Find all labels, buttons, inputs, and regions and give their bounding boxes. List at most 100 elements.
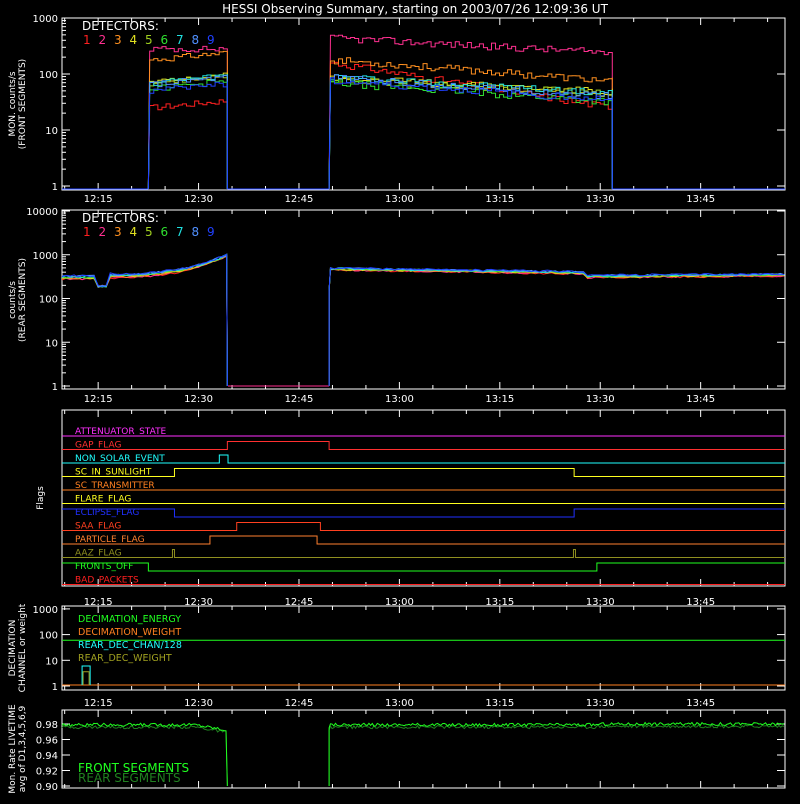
rear-detector-number: 4 bbox=[130, 225, 138, 239]
rear-detector-curve bbox=[328, 267, 785, 386]
decimation-x-tick-label: 13:00 bbox=[385, 698, 414, 709]
front-y-tick-label: 1000 bbox=[33, 14, 58, 25]
rear-detector-curve bbox=[328, 268, 785, 386]
decimation-legend-entry: REAR_DEC_CHAN/128 bbox=[78, 640, 182, 651]
front-y-tick-label: 10 bbox=[45, 126, 58, 137]
decimation-y-tick-label: 100 bbox=[39, 631, 58, 642]
rear-detector-curve bbox=[328, 268, 785, 386]
decimation-legend-entry: REAR_DEC_WEIGHT bbox=[78, 653, 172, 664]
front-detector-number: 8 bbox=[192, 33, 200, 47]
rear-x-tick-label: 13:15 bbox=[485, 394, 514, 405]
decimation-legend-entry: DECIMATION_ENERGY bbox=[78, 614, 181, 625]
livetime-y-tick-label: 0.92 bbox=[36, 767, 58, 778]
front-detector-curve bbox=[147, 74, 228, 190]
front-detectors-label: DETECTORS: bbox=[82, 19, 159, 33]
decimation-x-tick-label: 13:30 bbox=[586, 698, 615, 709]
rear-x-tick-label: 13:00 bbox=[385, 394, 414, 405]
flag-trace bbox=[62, 562, 785, 572]
front-x-tick-label: 13:15 bbox=[485, 194, 514, 205]
front-y-tick-label: 1 bbox=[52, 182, 58, 193]
front-detector-number: 1 bbox=[83, 33, 91, 47]
front-detector-number: 5 bbox=[145, 33, 153, 47]
decimation-x-tick-label: 13:15 bbox=[485, 698, 514, 709]
front-x-tick-label: 13:30 bbox=[586, 194, 615, 205]
rear-detector-curve bbox=[328, 268, 785, 386]
rear-detector-number: 5 bbox=[145, 225, 153, 239]
decimation-ylabel-2: CHANNEL or weight bbox=[18, 603, 28, 692]
front-detector-number: 6 bbox=[161, 33, 169, 47]
livetime-y-tick-label: 0.98 bbox=[36, 720, 58, 731]
plot-canvas: HESSI Observing Summary, starting on 200… bbox=[8, 2, 786, 794]
livetime-ylabel-1: Mon. Rate LIVETIME bbox=[8, 704, 18, 794]
front-detector-curve bbox=[147, 74, 228, 190]
decimation-x-tick-label: 13:45 bbox=[686, 698, 715, 709]
flag-trace bbox=[62, 441, 785, 450]
front-detector-curve bbox=[147, 75, 228, 190]
rear-detector-number: 7 bbox=[176, 225, 184, 239]
flag-trace bbox=[62, 535, 785, 545]
front-detector-curve bbox=[147, 50, 228, 190]
decimation-y-tick-label: 1 bbox=[52, 682, 58, 693]
rear-detector-curve bbox=[328, 267, 785, 386]
front-x-tick-label: 13:00 bbox=[385, 194, 414, 205]
flags-ylabel: Flags bbox=[36, 486, 46, 510]
front-detector-curve bbox=[147, 45, 228, 190]
hessi-summary-plot: HESSI Observing Summary, starting on 200… bbox=[0, 0, 800, 800]
rear-ylabel-2: (REAR SEGMENTS) bbox=[18, 258, 28, 342]
front-detector-curve bbox=[328, 61, 613, 190]
front-y-tick-label: 100 bbox=[39, 70, 58, 81]
rear-ylabel-1: counts/s bbox=[8, 281, 18, 319]
front-x-tick-label: 13:45 bbox=[686, 194, 715, 205]
rear-panel-frame bbox=[61, 209, 786, 390]
rear-detectors-label: DETECTORS: bbox=[82, 211, 159, 225]
rear-dec-weight-pulse bbox=[82, 671, 90, 685]
front-x-tick-label: 12:30 bbox=[184, 194, 213, 205]
front-detector-number: 4 bbox=[130, 33, 138, 47]
rear-x-tick-label: 12:30 bbox=[184, 394, 213, 405]
front-detector-curve bbox=[328, 57, 613, 190]
flag-trace bbox=[62, 454, 785, 464]
rear-x-tick-label: 12:45 bbox=[285, 394, 314, 405]
front-detector-curve bbox=[328, 34, 613, 190]
rear-detector-number: 3 bbox=[114, 225, 122, 239]
livetime-legend-entry: REAR SEGMENTS bbox=[78, 771, 181, 785]
front-ylabel-1: MON. counts/s bbox=[8, 71, 18, 136]
rear-y-tick-label: 10000 bbox=[26, 207, 58, 218]
rear-detector-number: 9 bbox=[207, 225, 215, 239]
plot-title: HESSI Observing Summary, starting on 200… bbox=[222, 2, 608, 16]
rear-y-tick-label: 1000 bbox=[33, 251, 58, 262]
front-detector-number: 3 bbox=[114, 33, 122, 47]
livetime-trace bbox=[328, 721, 785, 786]
rear-y-tick-label: 1 bbox=[52, 382, 58, 393]
decimation-legend-entry: DECIMATION_WEIGHT bbox=[78, 627, 181, 638]
rear-detector-number: 1 bbox=[83, 225, 91, 239]
rear-y-tick-label: 100 bbox=[39, 295, 58, 306]
livetime-ylabel-2: avg of D1,3,4,5,6,9 bbox=[18, 705, 28, 792]
front-detector-curve bbox=[147, 72, 228, 190]
decimation-y-tick-label: 1000 bbox=[33, 605, 58, 616]
rear-detector-number: 2 bbox=[99, 225, 107, 239]
rear-detector-curve bbox=[328, 267, 785, 386]
front-x-tick-label: 12:15 bbox=[84, 194, 113, 205]
decimation-ylabel-1: DECIMATION bbox=[8, 620, 18, 677]
rear-detector-curve bbox=[328, 268, 785, 386]
rear-x-tick-label: 13:30 bbox=[586, 394, 615, 405]
rear-y-tick-label: 10 bbox=[45, 338, 58, 349]
front-detector-curve bbox=[328, 77, 613, 190]
front-detector-curve bbox=[147, 79, 228, 190]
front-x-tick-label: 12:45 bbox=[285, 194, 314, 205]
decimation-x-tick-label: 12:30 bbox=[184, 698, 213, 709]
rear-x-tick-label: 13:45 bbox=[686, 394, 715, 405]
rear-x-tick-label: 12:15 bbox=[84, 394, 113, 405]
flag-trace bbox=[62, 549, 785, 558]
rear-detector-number: 8 bbox=[192, 225, 200, 239]
livetime-y-tick-label: 0.90 bbox=[36, 782, 58, 793]
front-detector-number: 9 bbox=[207, 33, 215, 47]
livetime-y-tick-label: 0.94 bbox=[36, 751, 58, 762]
livetime-y-tick-label: 0.96 bbox=[36, 736, 58, 747]
rear-detector-curve bbox=[328, 267, 785, 386]
flag-trace bbox=[62, 522, 785, 531]
front-detector-curve bbox=[147, 99, 228, 190]
front-ylabel-2: (FRONT SEGMENTS) bbox=[18, 59, 28, 149]
front-detector-curve bbox=[328, 76, 613, 190]
